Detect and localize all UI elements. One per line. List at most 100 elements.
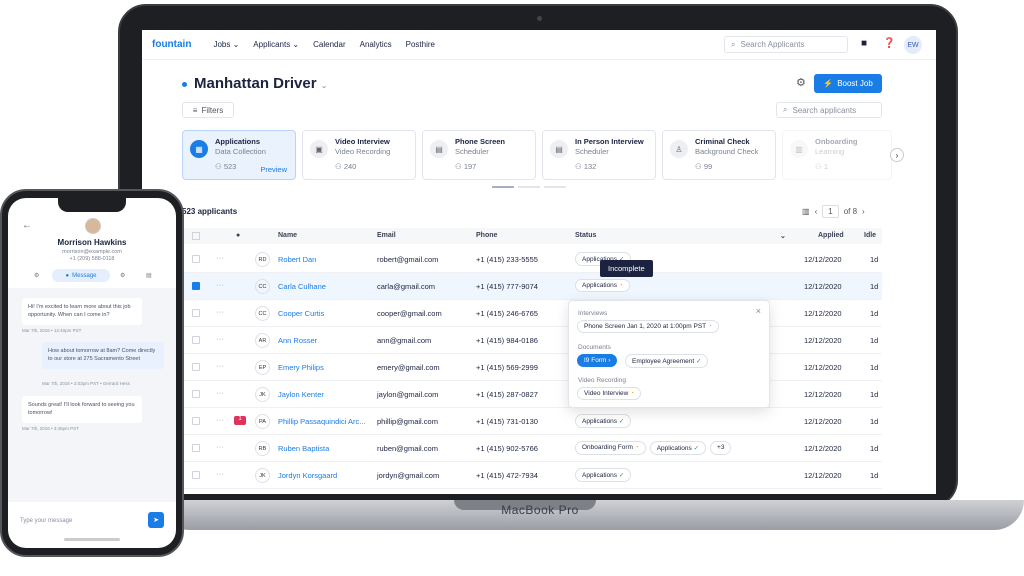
boost-job-button[interactable]: ⚡ Boost Job (814, 74, 882, 93)
row-checkbox[interactable] (192, 390, 200, 398)
row-checkbox[interactable] (192, 282, 200, 290)
nav-posthire[interactable]: Posthire (406, 40, 435, 49)
row-checkbox[interactable] (192, 417, 200, 425)
status-chip[interactable]: Applications ◔ (575, 279, 630, 292)
gear-icon[interactable]: ⚙ (796, 76, 806, 89)
search-applicants-input[interactable]: ⌕ Search Applicants (724, 36, 848, 53)
filters-button[interactable]: ≡ Filters (182, 102, 234, 118)
chevron-right-icon[interactable]: › (862, 207, 865, 216)
table-row[interactable]: ··· RD Robert Dan robert@gmail.com +1 (415… (182, 246, 882, 273)
applicant-name[interactable]: Ann Rosser (278, 336, 317, 345)
page-input[interactable]: 1 (822, 205, 839, 218)
nav-calendar[interactable]: Calendar (313, 40, 345, 49)
applicant-phone: +1 (415) 233-5555 (476, 255, 538, 264)
table-row[interactable]: ··· CC Carla Culhane carla@gmail.com +1 (4… (182, 273, 882, 300)
more-icon[interactable]: ··· (216, 442, 224, 451)
preview-link[interactable]: Preview (260, 165, 287, 174)
applicant-name[interactable]: Jaylon Kenter (278, 390, 324, 399)
table-row[interactable]: ··· 1 PA Phillip Passaquindici Arc... phi… (182, 408, 882, 435)
device-label: MacBook Pro (501, 503, 579, 517)
chat-icon: ● (65, 272, 70, 279)
documents-label: Documents (578, 344, 611, 351)
row-checkbox[interactable] (192, 309, 200, 317)
row-checkbox[interactable] (192, 471, 200, 479)
message-tab[interactable]: ● Message (52, 269, 110, 282)
nav-jobs[interactable]: Jobs ⌄ (213, 40, 239, 49)
settings-icon[interactable]: ⚙ (120, 272, 125, 279)
more-icon[interactable]: ··· (216, 388, 224, 397)
row-checkbox[interactable] (192, 363, 200, 371)
chevron-left-icon[interactable]: ‹ (815, 207, 818, 216)
stage-card[interactable]: ▤ Phone Screen Scheduler ⚇ 197 (422, 130, 536, 180)
stage-card[interactable]: ▦ Applications Data Collection ⚇ 523 Pre… (182, 130, 296, 180)
job-title[interactable]: Manhattan Driver ⌄ (194, 75, 327, 92)
applicant-name[interactable]: Phillip Passaquindici Arc... (278, 417, 366, 426)
row-checkbox[interactable] (192, 336, 200, 344)
nav-applicants[interactable]: Applicants ⌄ (253, 40, 299, 49)
stage-card[interactable]: ▣ Video Interview Video Recording ⚇ 240 (302, 130, 416, 180)
table-row[interactable]: ··· JK Jaylon Kenter jaylon@gmail.com +1 (… (182, 381, 882, 408)
i9-form-chip[interactable]: I9 Form › (577, 354, 618, 367)
col-email[interactable]: Email (377, 232, 396, 239)
interview-chip[interactable]: Phone Screen Jan 1, 2020 at 1:00pm PST ◔ (577, 320, 719, 333)
stage-card[interactable]: ▥ Onboarding Learning ⚇ 1 (782, 130, 892, 180)
select-all-checkbox[interactable] (192, 232, 200, 240)
col-phone[interactable]: Phone (476, 232, 497, 239)
applicant-name[interactable]: Carla Culhane (278, 282, 326, 291)
applicant-name[interactable]: Ruben Baptista (278, 444, 329, 453)
table-row[interactable]: ··· CC Cooper Curtis cooper@gmail.com +1 (… (182, 300, 882, 327)
logo[interactable]: fountain (152, 39, 191, 50)
nav-analytics[interactable]: Analytics (360, 40, 392, 49)
message-input[interactable]: Type your message (20, 518, 72, 524)
more-icon[interactable]: ··· (216, 253, 224, 262)
col-idle[interactable]: Idle (864, 232, 876, 239)
status-chip[interactable]: Applications ✓ (575, 468, 632, 482)
status-chip[interactable]: Applications ✓ (575, 414, 632, 428)
table-row[interactable]: ··· RB Ruben Baptista ruben@gmail.com +1 (… (182, 435, 882, 462)
applicant-email: phillip@gmail.com (377, 417, 438, 426)
stage-title: Phone Screen (455, 137, 506, 146)
chat-icon[interactable]: ■ (861, 38, 867, 49)
phone-screen: ← Morrison Hawkins morrison@example.com … (8, 198, 176, 548)
more-icon[interactable]: ··· (216, 334, 224, 343)
applicant-name[interactable]: Jordyn Korsgaard (278, 471, 337, 480)
document-icon[interactable]: ▤ (146, 272, 152, 279)
more-icon[interactable]: ··· (216, 280, 224, 289)
col-name[interactable]: Name (278, 232, 297, 239)
stage-card[interactable]: ▤ In Person Interview Scheduler ⚇ 132 (542, 130, 656, 180)
video-interview-chip[interactable]: Video Interview ◔ (577, 387, 642, 400)
status-chip[interactable]: Applications ✓ (649, 441, 707, 455)
table-row[interactable]: ··· JK Jordyn Korsgaard jordyn@gmail.com +… (182, 462, 882, 489)
more-chip[interactable]: +3 (710, 441, 732, 455)
applicant-name[interactable]: Emery Philips (278, 363, 324, 372)
stage-card[interactable]: ♙ Criminal Check Background Check ⚇ 99 (662, 130, 776, 180)
lightning-icon: ⚡ (823, 79, 834, 88)
user-avatar[interactable]: EW (904, 36, 922, 54)
table-row[interactable]: ··· AR Ann Rosser ann@gmail.com +1 (415) 9… (182, 327, 882, 354)
columns-icon[interactable]: ▥ (802, 207, 810, 216)
col-applied[interactable]: Applied (818, 232, 844, 239)
status-chip[interactable]: Onboarding Form ◔ (575, 441, 646, 455)
check-person-icon: ♙ (670, 140, 688, 158)
col-status[interactable]: Status (575, 232, 596, 239)
row-checkbox[interactable] (192, 255, 200, 263)
more-icon[interactable]: ··· (216, 469, 224, 478)
row-checkbox[interactable] (192, 444, 200, 452)
close-icon[interactable]: × (756, 306, 761, 316)
back-arrow-icon[interactable]: ← (22, 220, 32, 231)
stage-subtitle: Scheduler (575, 147, 609, 156)
more-icon[interactable]: ··· (216, 415, 224, 424)
chevron-down-icon[interactable]: ⌄ (780, 232, 786, 240)
search-applicants-field[interactable]: ⌕ Search applicants (776, 102, 882, 118)
history-icon[interactable]: ⚙ (34, 272, 39, 279)
help-icon[interactable]: ❓ (883, 38, 895, 49)
applicant-name[interactable]: Cooper Curtis (278, 309, 324, 318)
applicant-name[interactable]: Robert Dan (278, 255, 316, 264)
send-icon[interactable]: ➤ (148, 512, 164, 528)
more-icon[interactable]: ··· (216, 307, 224, 316)
more-icon[interactable]: ··· (216, 361, 224, 370)
chevron-right-icon[interactable]: › (890, 148, 904, 162)
employee-agreement-chip[interactable]: Employee Agreement ✓ (625, 354, 709, 368)
check-icon: ✓ (693, 445, 700, 452)
table-row[interactable]: ··· EP Emery Philips emery@gmail.com +1 (4… (182, 354, 882, 381)
